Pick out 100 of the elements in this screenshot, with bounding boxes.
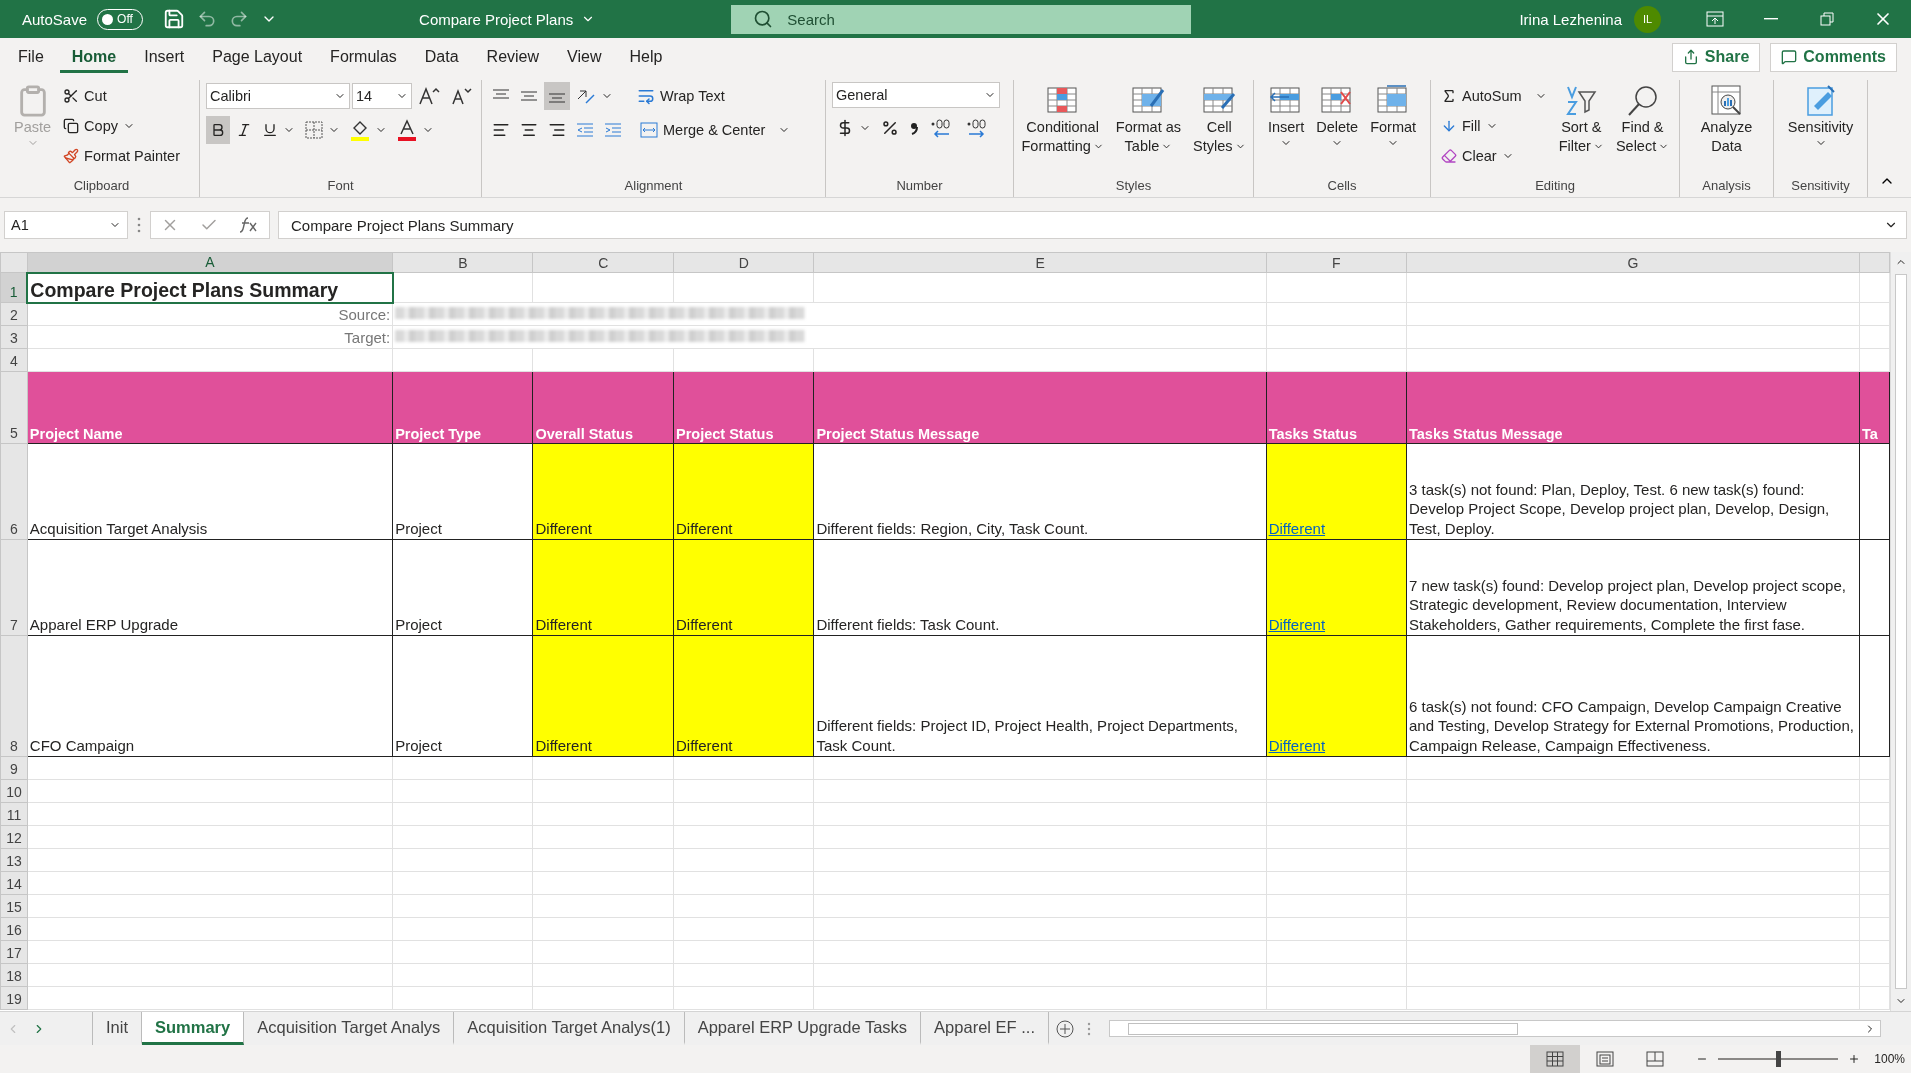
table-cell: Project bbox=[392, 635, 533, 757]
format-button[interactable]: Format bbox=[1366, 82, 1421, 151]
user-avatar[interactable]: IL bbox=[1634, 5, 1661, 33]
analyze-data-button[interactable]: Analyze Data bbox=[1696, 82, 1757, 158]
column-header[interactable]: A bbox=[27, 252, 393, 273]
number-format-field[interactable]: General bbox=[832, 82, 1000, 108]
bold-button[interactable] bbox=[206, 116, 230, 144]
column-header[interactable]: D bbox=[673, 252, 814, 273]
insert-function-icon[interactable] bbox=[238, 216, 259, 234]
link[interactable]: Different bbox=[1268, 519, 1326, 537]
row-header[interactable]: 19 bbox=[0, 986, 28, 1010]
group-label: Editing bbox=[1535, 177, 1575, 195]
align-left-icon bbox=[492, 121, 510, 139]
sensitivity-button[interactable]: Sensitivity bbox=[1783, 82, 1858, 151]
row-header[interactable]: 4 bbox=[0, 348, 28, 372]
comments-button[interactable]: Comments bbox=[1770, 42, 1897, 72]
row-header[interactable]: 6 bbox=[0, 443, 28, 540]
row-header[interactable]: 17 bbox=[0, 940, 28, 964]
name-box[interactable]: A1 bbox=[4, 211, 128, 239]
table-cell: Different bbox=[673, 539, 814, 636]
zoom-level[interactable]: 100% bbox=[1874, 1052, 1905, 1066]
column-header[interactable]: B bbox=[392, 252, 533, 273]
column-header[interactable]: F bbox=[1266, 252, 1407, 273]
format-painter-button[interactable]: Format Painter bbox=[59, 142, 184, 170]
ribbon-tab[interactable]: Data bbox=[412, 41, 471, 73]
ribbon-tab[interactable]: Page Layout bbox=[200, 41, 315, 73]
header-cell: Overall Status bbox=[533, 371, 674, 444]
wrap-text-icon bbox=[637, 87, 655, 105]
row-header[interactable]: 9 bbox=[0, 756, 28, 780]
insert-button[interactable]: Insert bbox=[1263, 82, 1309, 151]
row-header[interactable]: 18 bbox=[0, 963, 28, 987]
table-cell: 7 new task(s) found: Develop project plan, Develop project scope, Strategic development, Review documentation, Interview Stakeholders, Gather requirements, Complete the first fase. bbox=[1406, 539, 1860, 636]
row-header[interactable]: 10 bbox=[0, 779, 28, 803]
page-break-icon bbox=[1646, 1051, 1665, 1067]
format-as-table-button[interactable]: Format as Table bbox=[1111, 82, 1186, 158]
header-cell: Project Status Message bbox=[813, 371, 1267, 444]
ribbon-tab[interactable]: Formulas bbox=[318, 41, 409, 73]
group-label: Alignment bbox=[624, 177, 683, 195]
table-cell: Project bbox=[392, 443, 533, 540]
row-header[interactable]: 5 bbox=[0, 371, 28, 444]
font-size-field[interactable]: 14 bbox=[352, 83, 412, 109]
fill-button[interactable]: Fill bbox=[1437, 112, 1551, 140]
ribbon-tab[interactable]: Help bbox=[617, 41, 675, 73]
orientation-icon bbox=[576, 87, 596, 105]
sheet-tab[interactable]: Summary bbox=[142, 1012, 245, 1045]
row-header[interactable]: 8 bbox=[0, 635, 28, 757]
page-icon bbox=[1596, 1051, 1615, 1067]
search-field[interactable]: Search bbox=[731, 4, 1192, 34]
conditional-formatting-button[interactable]: Conditional Formatting bbox=[1017, 82, 1108, 158]
italic-icon bbox=[236, 122, 252, 138]
row-header[interactable]: 7 bbox=[0, 539, 28, 636]
column-header[interactable]: C bbox=[533, 252, 674, 273]
row-header[interactable]: 13 bbox=[0, 848, 28, 872]
delete-button[interactable]: Delete bbox=[1312, 82, 1363, 151]
cell-styles-button[interactable]: Cell Styles bbox=[1189, 82, 1250, 158]
normal-view-button[interactable] bbox=[1530, 1045, 1581, 1073]
ribbon-tab[interactable]: Home bbox=[59, 41, 129, 73]
ribbon-tab[interactable]: Review bbox=[474, 41, 552, 73]
row-header[interactable]: 11 bbox=[0, 802, 28, 826]
sort-filter-button[interactable]: Sort & Filter bbox=[1554, 82, 1608, 158]
wrap-text-button[interactable]: Wrap Text bbox=[633, 82, 729, 110]
link[interactable]: Different bbox=[1268, 615, 1326, 633]
merge-center-button[interactable]: Merge & Center bbox=[636, 116, 795, 144]
comment-icon bbox=[1781, 49, 1798, 65]
ribbon-tab[interactable]: Insert bbox=[132, 41, 197, 73]
table-cell: Apparel ERP Upgrade bbox=[27, 539, 393, 636]
header-cell: Project Status bbox=[673, 371, 814, 444]
ribbon-tab[interactable]: File bbox=[6, 41, 56, 73]
row-header[interactable]: 2 bbox=[0, 302, 28, 326]
column-header[interactable]: E bbox=[813, 252, 1267, 273]
zoom-in-icon[interactable] bbox=[1848, 1053, 1861, 1065]
ribbon-tab[interactable]: View bbox=[555, 41, 614, 73]
restore-icon bbox=[1820, 12, 1834, 26]
row-header[interactable]: 16 bbox=[0, 917, 28, 941]
find-select-button[interactable]: Find & Select bbox=[1611, 82, 1674, 158]
font-name-field[interactable]: Calibri bbox=[206, 83, 350, 109]
table-cell: Different bbox=[533, 443, 674, 540]
redo-icon bbox=[229, 9, 250, 29]
link[interactable]: Different bbox=[1268, 736, 1326, 754]
horizontal-scrollbar[interactable] bbox=[1109, 1020, 1881, 1037]
vertical-scrollbar[interactable] bbox=[1890, 252, 1911, 1011]
clear-button[interactable]: Clear bbox=[1437, 142, 1551, 170]
row-header[interactable]: 14 bbox=[0, 871, 28, 895]
header-cell: Tasks Status bbox=[1266, 371, 1407, 444]
document-title[interactable]: Compare Project Plans bbox=[413, 9, 602, 29]
copy-button[interactable]: Copy bbox=[59, 112, 184, 140]
row-header[interactable]: 1 bbox=[0, 272, 28, 303]
scissors-icon bbox=[63, 88, 80, 104]
formula-field[interactable]: Compare Project Plans Summary bbox=[278, 211, 1907, 239]
cut-button[interactable]: Cut bbox=[59, 82, 184, 110]
row-header[interactable]: 15 bbox=[0, 894, 28, 918]
row-header[interactable]: 12 bbox=[0, 825, 28, 849]
column-header[interactable]: G bbox=[1406, 252, 1860, 273]
drag-handle-icon[interactable] bbox=[136, 216, 142, 234]
autosum-button[interactable]: AutoSum bbox=[1437, 82, 1551, 110]
share-button[interactable]: Share bbox=[1671, 42, 1761, 72]
bottom-align-button[interactable] bbox=[544, 82, 570, 110]
row-header[interactable]: 3 bbox=[0, 325, 28, 349]
table-cell: 3 task(s) not found: Plan, Deploy, Test. 6 new task(s) found: Develop Project Scope, Develop project plan, Develop, Design, Test, Deploy. bbox=[1406, 443, 1860, 540]
grow-font-icon bbox=[418, 86, 440, 106]
